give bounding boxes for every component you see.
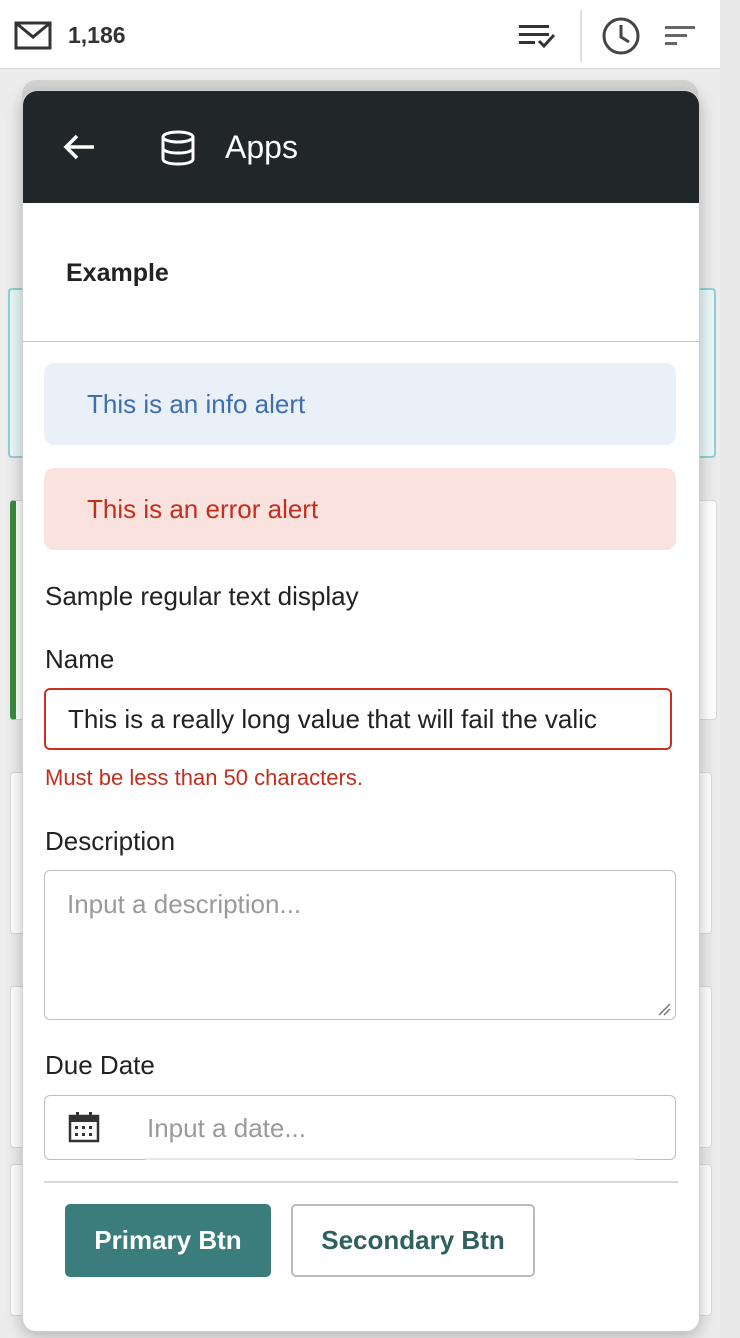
divider [23,341,699,342]
sort-icon [665,26,695,45]
database-icon [161,130,195,166]
name-error-message: Must be less than 50 characters. [45,765,363,790]
info-alert-text: This is an info alert [87,389,306,419]
info-alert: This is an info alert [44,363,676,445]
list-check-icon [519,25,556,49]
sort-button[interactable] [656,14,702,58]
unread-count: 1,186 [68,22,126,48]
mail-icon[interactable] [14,20,54,52]
secondary-button[interactable]: Secondary Btn [291,1204,535,1277]
calendar-icon[interactable] [67,1110,101,1144]
description-textarea[interactable] [44,870,676,1020]
name-label: Name [45,644,115,674]
primary-button[interactable]: Primary Btn [65,1204,271,1277]
apps-panel: Apps Example This is an info alert This … [22,90,700,1332]
list-check-button[interactable] [514,14,560,58]
history-button[interactable] [598,14,644,58]
name-input[interactable] [44,688,672,750]
panel-title: Apps [225,129,298,165]
error-alert-text: This is an error alert [87,494,319,524]
description-label: Description [45,826,176,856]
clock-icon [602,17,640,55]
divider [44,1181,678,1183]
resize-grip-icon[interactable] [657,1002,671,1016]
regular-text: Sample regular text display [45,581,359,611]
due-date-label: Due Date [45,1050,155,1080]
due-date-field[interactable] [44,1095,676,1160]
arrow-left-icon [63,134,94,160]
due-date-input[interactable] [145,1097,629,1159]
date-underline [145,1158,635,1160]
back-button[interactable] [57,127,101,167]
panel-header: Apps [23,91,699,203]
top-toolbar: 1,186 [0,0,720,69]
error-alert: This is an error alert [44,468,676,550]
scroll-gutter [720,0,740,1338]
toolbar-divider [580,10,582,62]
section-title: Example [66,259,169,287]
